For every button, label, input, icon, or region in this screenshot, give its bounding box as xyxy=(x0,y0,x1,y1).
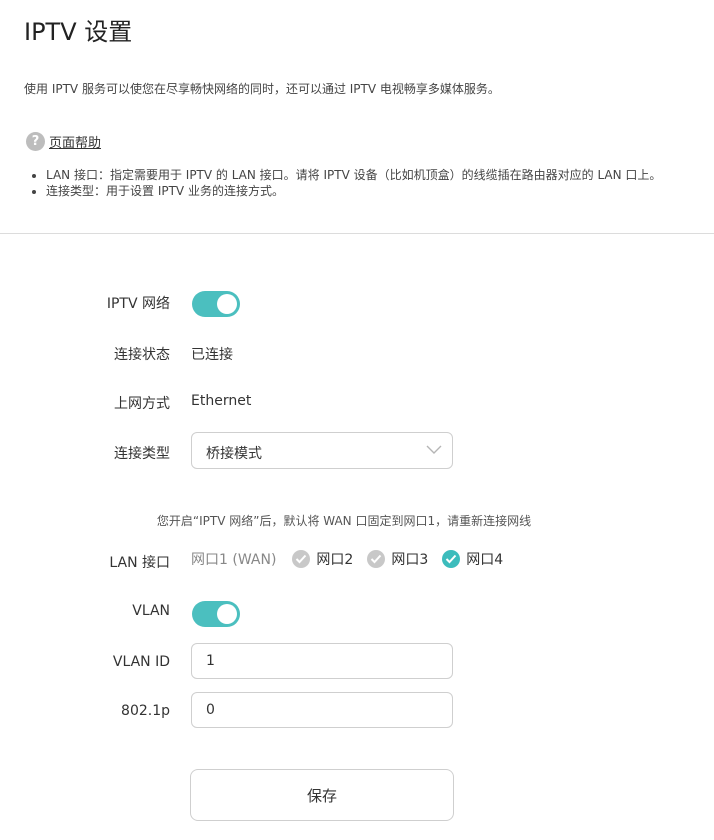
lan-port-4-label: 网口4 xyxy=(466,552,504,568)
lan-port-group: 网口1 (WAN) 网口2 网口3 网口4 xyxy=(191,549,517,569)
internet-mode-label: 上网方式 xyxy=(114,396,170,412)
connection-type-selected: 桥接模式 xyxy=(206,446,262,462)
connection-type-select[interactable]: 桥接模式 xyxy=(191,432,453,469)
page-description: 使用 IPTV 服务可以使您在尽享畅快网络的同时，还可以通过 IPTV 电视畅享… xyxy=(24,82,500,96)
check-circle-icon xyxy=(442,550,461,568)
help-item-connection-type: 连接类型：用于设置 IPTV 业务的连接方式。 xyxy=(46,183,661,199)
save-button[interactable]: 保存 xyxy=(190,769,454,821)
help-list: LAN 接口：指定需要用于 IPTV 的 LAN 接口。请将 IPTV 设备（比… xyxy=(30,167,661,199)
header-section: IPTV 设置 使用 IPTV 服务可以使您在尽享畅快网络的同时，还可以通过 I… xyxy=(0,0,714,234)
vlan-toggle[interactable] xyxy=(192,601,240,627)
lan-port-3-label: 网口3 xyxy=(391,552,429,568)
lan-port-wan-fixed: 网口1 (WAN) xyxy=(191,552,277,568)
toggle-knob xyxy=(217,604,237,624)
lan-port-2-label: 网口2 xyxy=(316,552,354,568)
p8021-input[interactable] xyxy=(191,692,453,728)
lan-port-4-option[interactable]: 网口4 xyxy=(442,549,503,569)
check-circle-icon xyxy=(367,550,386,568)
page-help-link[interactable]: ? 页面帮助 xyxy=(26,131,101,151)
page-help-label[interactable]: 页面帮助 xyxy=(49,132,101,151)
connection-type-label: 连接类型 xyxy=(114,446,170,462)
iptv-network-toggle[interactable] xyxy=(192,291,240,317)
connection-status-value: 已连接 xyxy=(191,347,233,363)
help-item-lan: LAN 接口：指定需要用于 IPTV 的 LAN 接口。请将 IPTV 设备（比… xyxy=(46,167,661,183)
vlan-label: VLAN xyxy=(132,603,170,619)
toggle-knob xyxy=(217,294,237,314)
connection-status-label: 连接状态 xyxy=(114,347,170,363)
lan-port-2-option[interactable]: 网口2 xyxy=(292,549,353,569)
internet-mode-value: Ethernet xyxy=(191,393,252,409)
lan-port-3-option[interactable]: 网口3 xyxy=(367,549,428,569)
lan-port-label: LAN 接口 xyxy=(109,555,170,571)
help-icon: ? xyxy=(26,131,45,151)
vlan-id-input[interactable] xyxy=(191,643,453,679)
page-title: IPTV 设置 xyxy=(24,18,133,46)
vlan-id-label: VLAN ID xyxy=(112,654,170,670)
chevron-down-icon xyxy=(426,445,442,454)
iptv-network-label: IPTV 网络 xyxy=(106,296,170,312)
p8021-label: 802.1p xyxy=(121,703,170,719)
wan-port-note: 您开启“IPTV 网络”后，默认将 WAN 口固定到网口1，请重新连接网线 xyxy=(156,514,532,528)
check-circle-icon xyxy=(292,550,311,568)
